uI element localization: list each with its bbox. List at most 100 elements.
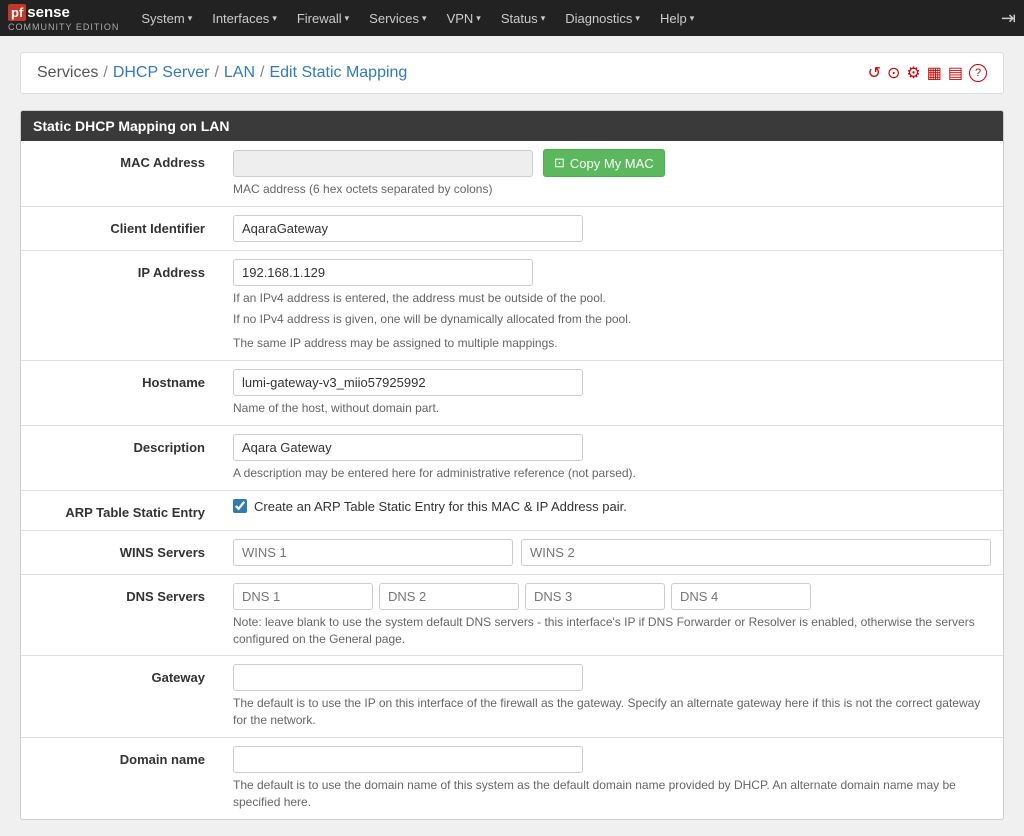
arp-checkbox-label: Create an ARP Table Static Entry for thi… [254, 499, 627, 514]
chevron-down-icon: ▾ [345, 13, 350, 24]
arp-label: ARP Table Static Entry [21, 490, 221, 530]
nav-system[interactable]: System ▾ [131, 0, 202, 36]
bc-sep3: / [260, 64, 264, 82]
breadcrumb-row: Services / DHCP Server / LAN / Edit Stat… [20, 52, 1004, 94]
gateway-input[interactable] [233, 664, 583, 691]
nav-interfaces[interactable]: Interfaces ▾ [202, 0, 287, 36]
dns-label: DNS Servers [21, 574, 221, 656]
mac-address-input[interactable] [233, 150, 533, 177]
wins1-input[interactable] [233, 539, 513, 566]
pf-box: pf [8, 4, 26, 21]
section-header: Static DHCP Mapping on LAN [21, 111, 1003, 141]
client-identifier-row: Client Identifier [21, 206, 1003, 250]
settings-icon[interactable]: ⚙ [906, 63, 920, 83]
arp-checkbox[interactable] [233, 499, 247, 513]
ip-help3: The same IP address may be assigned to m… [233, 335, 991, 352]
client-identifier-input[interactable] [233, 215, 583, 242]
dns-row [233, 583, 991, 610]
gateway-cell: The default is to use the IP on this int… [221, 656, 1003, 738]
nav-help[interactable]: Help ▾ [650, 0, 704, 36]
dns-servers-row: DNS Servers Note: leave blank to use the… [21, 574, 1003, 656]
client-identifier-label: Client Identifier [21, 206, 221, 250]
hostname-help: Name of the host, without domain part. [233, 400, 991, 417]
domain-name-row: Domain name The default is to use the do… [21, 737, 1003, 818]
hostname-row: Hostname Name of the host, without domai… [21, 361, 1003, 426]
domain-name-help: The default is to use the domain name of… [233, 777, 991, 811]
help-icon[interactable]: ? [969, 64, 987, 82]
bc-services: Services [37, 64, 98, 82]
bc-sep1: / [103, 64, 107, 82]
description-label: Description [21, 425, 221, 490]
dns4-input[interactable] [671, 583, 811, 610]
arp-cell: Create an ARP Table Static Entry for thi… [221, 490, 1003, 530]
navbar: pf sense COMMUNITY EDITION System ▾ Inte… [0, 0, 1024, 36]
list-icon[interactable]: ▤ [948, 63, 963, 83]
chevron-down-icon: ▾ [635, 13, 640, 24]
nav-firewall[interactable]: Firewall ▾ [287, 0, 359, 36]
ip-help1: If an IPv4 address is entered, the addre… [233, 290, 991, 307]
section-title: Static DHCP Mapping on LAN [33, 118, 230, 134]
bc-sep2: / [214, 64, 218, 82]
bc-edit[interactable]: Edit Static Mapping [269, 64, 407, 82]
domain-name-input[interactable] [233, 746, 583, 773]
mac-help-text: MAC address (6 hex octets separated by c… [233, 181, 991, 198]
wins-row [233, 539, 991, 566]
dns-help: Note: leave blank to use the system defa… [233, 614, 991, 648]
wins2-input[interactable] [521, 539, 991, 566]
bc-lan[interactable]: LAN [224, 64, 255, 82]
arp-table-row: ARP Table Static Entry Create an ARP Tab… [21, 490, 1003, 530]
chevron-down-icon: ▾ [541, 13, 546, 24]
nav-status[interactable]: Status ▾ [491, 0, 555, 36]
chevron-down-icon: ▾ [690, 13, 695, 24]
description-row: Description A description may be entered… [21, 425, 1003, 490]
ip-address-input[interactable] [233, 259, 533, 286]
dns2-input[interactable] [379, 583, 519, 610]
description-cell: A description may be entered here for ad… [221, 425, 1003, 490]
wins-cell [221, 530, 1003, 574]
mac-row: ⊡ Copy My MAC [233, 149, 991, 177]
nav-right-icon: ⇥ [1001, 8, 1016, 29]
copy-icon: ⊡ [554, 155, 565, 171]
dns3-input[interactable] [525, 583, 665, 610]
mac-address-row: MAC Address ⊡ Copy My MAC MAC address (6… [21, 141, 1003, 206]
breadcrumb: Services / DHCP Server / LAN / Edit Stat… [37, 64, 407, 82]
copy-mac-button[interactable]: ⊡ Copy My MAC [543, 149, 665, 177]
mac-address-cell: ⊡ Copy My MAC MAC address (6 hex octets … [221, 141, 1003, 206]
dns-cell: Note: leave blank to use the system defa… [221, 574, 1003, 656]
logo: pf sense COMMUNITY EDITION [8, 4, 119, 32]
sense-text: sense [27, 4, 70, 21]
domain-name-label: Domain name [21, 737, 221, 818]
chevron-down-icon: ▾ [188, 13, 193, 24]
nav-vpn[interactable]: VPN ▾ [437, 0, 491, 36]
arp-checkbox-row: Create an ARP Table Static Entry for thi… [233, 499, 991, 514]
hostname-cell: Name of the host, without domain part. [221, 361, 1003, 426]
breadcrumb-icons: ↺ ⊙ ⚙ ▦ ▤ ? [868, 63, 987, 83]
gateway-row: Gateway The default is to use the IP on … [21, 656, 1003, 738]
static-dhcp-section: Static DHCP Mapping on LAN MAC Address ⊡… [20, 110, 1004, 820]
description-input[interactable] [233, 434, 583, 461]
ip-address-row: IP Address If an IPv4 address is entered… [21, 250, 1003, 360]
description-help: A description may be entered here for ad… [233, 465, 991, 482]
brand: pf sense COMMUNITY EDITION [8, 4, 119, 32]
exit-icon: ⇥ [1001, 8, 1016, 28]
hostname-input[interactable] [233, 369, 583, 396]
chevron-down-icon: ▾ [422, 13, 427, 24]
wins-servers-row: WINS Servers [21, 530, 1003, 574]
nav-menu: System ▾ Interfaces ▾ Firewall ▾ Service… [131, 0, 1001, 36]
ip-help2: If no IPv4 address is given, one will be… [233, 311, 991, 328]
ip-address-label: IP Address [21, 250, 221, 360]
chevron-down-icon: ▾ [476, 13, 481, 24]
main-content: Services / DHCP Server / LAN / Edit Stat… [0, 36, 1024, 836]
reload-icon[interactable]: ↺ [868, 63, 881, 83]
community-edition: COMMUNITY EDITION [8, 22, 119, 32]
dns1-input[interactable] [233, 583, 373, 610]
nav-diagnostics[interactable]: Diagnostics ▾ [555, 0, 650, 36]
nav-services[interactable]: Services ▾ [359, 0, 436, 36]
client-identifier-cell [221, 206, 1003, 250]
chevron-down-icon: ▾ [272, 13, 277, 24]
chart-icon[interactable]: ▦ [927, 63, 942, 83]
bc-dhcp[interactable]: DHCP Server [113, 64, 210, 82]
mac-address-label: MAC Address [21, 141, 221, 206]
status-icon[interactable]: ⊙ [887, 63, 900, 83]
gateway-help: The default is to use the IP on this int… [233, 695, 991, 729]
